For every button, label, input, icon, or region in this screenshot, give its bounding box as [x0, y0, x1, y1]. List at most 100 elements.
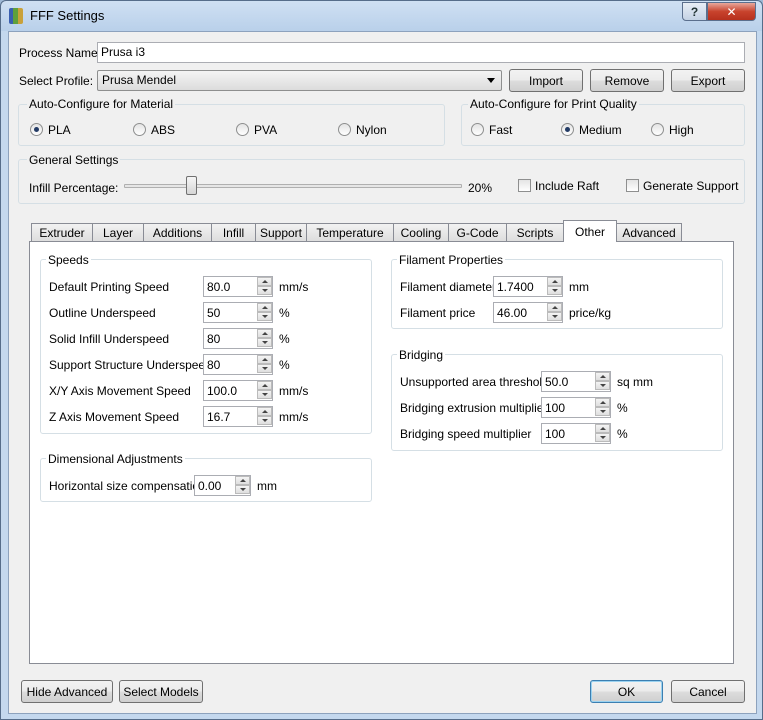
spin-down-icon[interactable] [547, 312, 562, 321]
radio-nylon-label: Nylon [356, 123, 387, 137]
tab-support[interactable]: Support [255, 223, 307, 242]
support-structure-underspeed-spinbox[interactable]: 80 [203, 354, 273, 375]
spin-up-icon[interactable] [235, 476, 250, 485]
dimensional-group-title: Dimensional Adjustments [46, 452, 185, 466]
horizontal-size-compensation-unit: mm [257, 479, 277, 493]
tab-advanced[interactable]: Advanced [616, 223, 682, 242]
app-icon [9, 8, 23, 24]
solid-infill-underspeed-label: Solid Infill Underspeed [49, 332, 170, 346]
spin-down-icon[interactable] [595, 433, 610, 442]
tab-scripts[interactable]: Scripts [506, 223, 564, 242]
tab-g-code[interactable]: G-Code [448, 223, 507, 242]
solid-infill-underspeed-spinbox[interactable]: 80 [203, 328, 273, 349]
help-button[interactable]: ? [682, 2, 707, 21]
close-icon[interactable]: ✕ [707, 2, 756, 21]
support-structure-underspeed-value: 80 [207, 358, 221, 372]
export-button[interactable]: Export [671, 69, 745, 92]
tab-temperature[interactable]: Temperature [306, 223, 394, 242]
spin-down-icon[interactable] [257, 416, 272, 425]
import-button[interactable]: Import [509, 69, 583, 92]
spin-down-icon[interactable] [257, 364, 272, 373]
spin-down-icon[interactable] [257, 390, 272, 399]
profile-dropdown-value: Prusa Mendel [102, 73, 177, 87]
support-structure-underspeed-unit: % [279, 358, 290, 372]
outline-underspeed-unit: % [279, 306, 290, 320]
filament-price-spinbox[interactable]: 46.00 [493, 302, 563, 323]
profile-dropdown[interactable]: Prusa Mendel [97, 70, 502, 91]
solid-infill-underspeed-unit: % [279, 332, 290, 346]
tab-additions[interactable]: Additions [143, 223, 212, 242]
default-printing-speed-spinbox[interactable]: 80.0 [203, 276, 273, 297]
radio-high[interactable] [651, 123, 664, 136]
radio-nylon[interactable] [338, 123, 351, 136]
tab-layer[interactable]: Layer [92, 223, 144, 242]
window-title: FFF Settings [30, 8, 105, 23]
infill-percentage-label: Infill Percentage: [29, 181, 119, 195]
horizontal-size-compensation-label: Horizontal size compensation [49, 479, 206, 493]
tab-cooling[interactable]: Cooling [393, 223, 449, 242]
unsupported-area-threshold-spinbox[interactable]: 50.0 [541, 371, 611, 392]
generate-support-checkbox[interactable] [626, 179, 639, 192]
radio-pla[interactable] [30, 123, 43, 136]
spin-down-icon[interactable] [595, 381, 610, 390]
spin-buttons [257, 355, 272, 374]
radio-fast-label: Fast [489, 123, 513, 137]
generate-support-label: Generate Support [643, 179, 739, 193]
horizontal-size-compensation-spinbox[interactable]: 0.00 [194, 475, 251, 496]
spin-up-icon[interactable] [257, 407, 272, 416]
unsupported-area-threshold-unit: sq mm [617, 375, 653, 389]
bridging-extrusion-multiplier-spinbox[interactable]: 100 [541, 397, 611, 418]
z-axis-movement-speed-spinbox[interactable]: 16.7 [203, 406, 273, 427]
filament-diameter-spinbox[interactable]: 1.7400 [493, 276, 563, 297]
tab-extruder[interactable]: Extruder [31, 223, 93, 242]
spin-up-icon[interactable] [257, 303, 272, 312]
spin-down-icon[interactable] [547, 286, 562, 295]
spin-buttons [235, 476, 250, 495]
spin-up-icon[interactable] [257, 329, 272, 338]
x-y-axis-movement-speed-value: 100.0 [207, 384, 238, 398]
spin-down-icon[interactable] [595, 407, 610, 416]
infill-slider-track[interactable] [124, 184, 462, 188]
bridging-extrusion-multiplier-value: 100 [545, 401, 566, 415]
radio-abs[interactable] [133, 123, 146, 136]
spin-up-icon[interactable] [257, 355, 272, 364]
radio-fast[interactable] [471, 123, 484, 136]
include-raft-checkbox[interactable] [518, 179, 531, 192]
spin-up-icon[interactable] [595, 398, 610, 407]
tab-other[interactable]: Other [563, 220, 617, 242]
spin-up-icon[interactable] [595, 424, 610, 433]
radio-medium[interactable] [561, 123, 574, 136]
chevron-down-icon [487, 78, 495, 83]
spin-down-icon[interactable] [257, 312, 272, 321]
spin-up-icon[interactable] [257, 381, 272, 390]
radio-pva-label: PVA [254, 123, 278, 137]
spin-up-icon[interactable] [257, 277, 272, 286]
bridging-speed-multiplier-unit: % [617, 427, 628, 441]
spin-up-icon[interactable] [547, 277, 562, 286]
spin-up-icon[interactable] [547, 303, 562, 312]
bridging-speed-multiplier-spinbox[interactable]: 100 [541, 423, 611, 444]
unsupported-area-threshold-label: Unsupported area threshold [400, 375, 549, 389]
x-y-axis-movement-speed-spinbox[interactable]: 100.0 [203, 380, 273, 401]
hide-advanced-button[interactable]: Hide Advanced [21, 680, 113, 703]
cancel-button[interactable]: Cancel [671, 680, 745, 703]
spin-up-icon[interactable] [595, 372, 610, 381]
material-group-title: Auto-Configure for Material [27, 97, 176, 111]
spin-buttons [595, 398, 610, 417]
process-name-input[interactable]: Prusa i3 [97, 42, 745, 63]
radio-pva[interactable] [236, 123, 249, 136]
ok-button[interactable]: OK [590, 680, 663, 703]
spin-down-icon[interactable] [235, 485, 250, 494]
title-bar[interactable]: FFF Settings ? ✕ [1, 1, 762, 31]
spin-down-icon[interactable] [257, 338, 272, 347]
outline-underspeed-spinbox[interactable]: 50 [203, 302, 273, 323]
remove-button[interactable]: Remove [590, 69, 664, 92]
select-models-button[interactable]: Select Models [119, 680, 203, 703]
spin-down-icon[interactable] [257, 286, 272, 295]
z-axis-movement-speed-unit: mm/s [279, 410, 309, 424]
default-printing-speed-unit: mm/s [279, 280, 309, 294]
infill-slider-handle[interactable] [185, 176, 197, 195]
radio-medium-label: Medium [579, 123, 622, 137]
tab-infill[interactable]: Infill [211, 223, 256, 242]
default-printing-speed-label: Default Printing Speed [49, 280, 170, 294]
